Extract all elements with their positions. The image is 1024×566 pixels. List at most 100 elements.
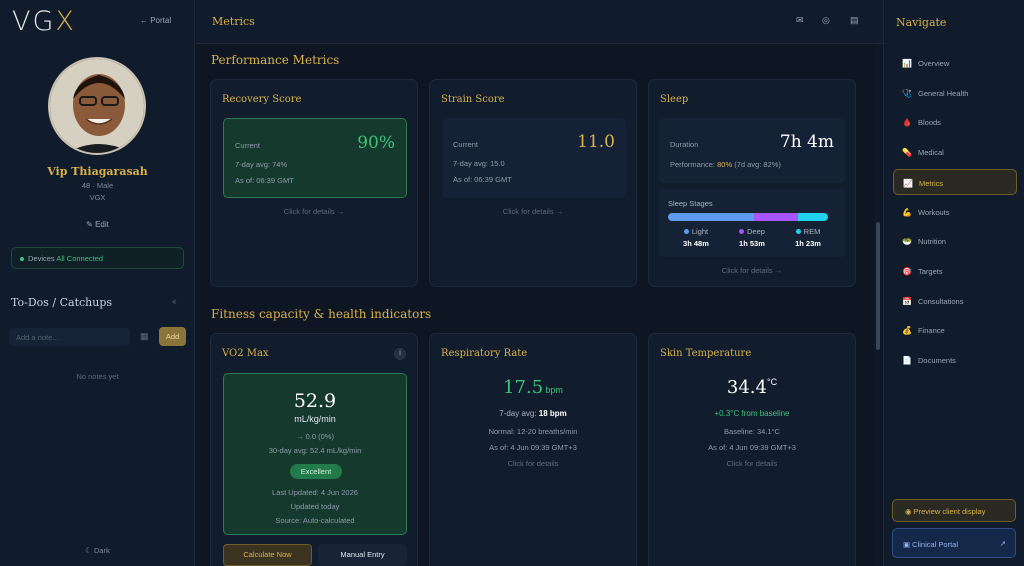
moon-icon: ☾ [85, 546, 94, 555]
nav-icon: 🥗 [902, 237, 912, 247]
scrollbar-thumb[interactable] [876, 222, 880, 350]
sleep-stage-segment-deep [754, 213, 798, 221]
add-note-button[interactable]: Add [159, 327, 186, 346]
nav-icon: 💊 [902, 148, 912, 158]
pencil-icon: ✎ [86, 220, 96, 229]
nav-item-general-health[interactable]: 🩺 General Health [893, 80, 1017, 106]
manual-entry-button[interactable]: Manual Entry [318, 544, 407, 566]
nav-item-label: Workouts [918, 207, 950, 217]
eye-icon: ◉ [905, 507, 914, 516]
respiratory-card[interactable]: Respiratory Rate 17.5 bpm 7-day avg: 18 … [429, 333, 637, 566]
skin-temp-details-link[interactable]: Click for details [649, 459, 855, 468]
skin-temp-value: 34.4°C [726, 377, 778, 398]
fitness-section-title: Fitness capacity & health indicators [211, 307, 432, 321]
profile-name: Vip Thiagarasah [47, 165, 148, 178]
nav-icon: 💪 [902, 207, 912, 217]
nav-icon: 📈 [903, 178, 913, 188]
recovery-details-link[interactable]: Click for details → [211, 207, 417, 216]
todo-title: To-Dos / Catchups [11, 296, 113, 309]
nav-item-label: Metrics [919, 178, 944, 188]
nav-icon: 📊 [902, 59, 912, 68]
document-icon[interactable]: ▤ [850, 15, 859, 26]
nav-item-finance[interactable]: 💰 Finance [893, 317, 1017, 343]
avatar-photo [50, 59, 144, 153]
respiratory-title: Respiratory Rate [441, 348, 528, 359]
nav-title: Navigate [896, 16, 947, 29]
sleep-duration-panel: Duration 7h 4m Performance: 80% (7d avg:… [658, 118, 846, 183]
nav-item-bloods[interactable]: 🩸 Bloods [893, 109, 1017, 135]
mail-icon[interactable]: ✉ [796, 15, 804, 26]
portal-link[interactable]: ← Portal [140, 16, 171, 25]
recovery-card[interactable]: Recovery Score Current 90% 7-day avg: 74… [210, 79, 418, 287]
whatsapp-icon[interactable]: ◎ [822, 15, 830, 26]
nav-item-label: Nutrition [918, 237, 946, 247]
left-sidebar: VGX ← Portal Vip Thiagarasah 48 · Male V… [0, 0, 195, 566]
nav-icon: 📄 [902, 356, 912, 365]
sleep-duration: 7h 4m [779, 132, 834, 152]
nav-icon: 💰 [902, 326, 912, 336]
nav-item-label: Finance [918, 326, 945, 336]
strain-panel: Current 11.0 7-day avg: 15.0 As of: 06:3… [442, 118, 626, 198]
skin-temp-card[interactable]: Skin Temperature 34.4°C +0.3°C from base… [648, 333, 856, 566]
nav-item-label: General Health [918, 88, 969, 98]
nav-item-medical[interactable]: 💊 Medical [893, 139, 1017, 165]
nav-item-label: Documents [918, 356, 956, 365]
calendar-icon[interactable]: ▦ [140, 331, 149, 342]
nav-item-label: Bloods [918, 118, 941, 128]
devices-status[interactable]: Devices All Connected [11, 247, 184, 269]
vo2-card[interactable]: VO2 Max i 52.9 mL/kg/min → 0.0 (0%) 30-d… [210, 333, 418, 566]
nav-icon: 🎯 [902, 266, 912, 276]
sleep-stages-legend: Light 3h 48m Deep 1h 53m REM 1h 23m [668, 227, 836, 251]
sleep-details-link[interactable]: Click for details → [649, 266, 855, 275]
strain-title: Strain Score [441, 94, 505, 105]
nav-item-workouts[interactable]: 💪 Workouts [893, 199, 1017, 225]
nav-item-documents[interactable]: 📄 Documents [893, 347, 1017, 373]
page-title: Metrics [212, 15, 255, 28]
recovery-title: Recovery Score [222, 94, 302, 105]
collapse-icon[interactable]: « [172, 297, 176, 306]
sleep-card[interactable]: Sleep Duration 7h 4m Performance: 80% (7… [648, 79, 856, 287]
no-notes-text: No notes yet [76, 372, 119, 381]
strain-details-link[interactable]: Click for details → [430, 207, 636, 216]
clinical-portal-button[interactable]: ▣ Clinical Portal ↗ [892, 528, 1016, 558]
nav-item-metrics[interactable]: 📈 Metrics [893, 168, 1017, 195]
hospital-icon: ▣ [903, 540, 913, 549]
performance-section-title: Performance Metrics [211, 53, 340, 67]
avatar [48, 57, 146, 155]
dark-mode-toggle[interactable]: ☾ Dark [0, 546, 195, 555]
nav-item-consultations[interactable]: 📅 Consultations [893, 288, 1017, 314]
sleep-title: Sleep [660, 94, 689, 105]
sleep-stage-segment-rem [797, 213, 828, 221]
nav-item-label: Consultations [918, 296, 964, 306]
sleep-stages-bar [668, 213, 828, 221]
respiratory-details-link[interactable]: Click for details [430, 459, 636, 468]
calculate-now-button[interactable]: Calculate Now [223, 544, 312, 566]
note-input[interactable] [9, 328, 130, 346]
nav-icon: 🩺 [902, 88, 912, 98]
right-nav: Navigate 📊 Overview 🩺 General Health 🩸 Bloods… [883, 0, 1024, 566]
recovery-panel: Current 90% 7-day avg: 74% As of: 06:39 … [223, 118, 407, 198]
vgx-logo[interactable]: VGX [12, 6, 76, 37]
sleep-stage-rem: REM 1h 23m [795, 227, 821, 248]
sleep-stages-panel: Sleep Stages Light 3h 48m Deep 1h 53m REM 1h … [658, 189, 846, 257]
sleep-stage-light: Light 3h 48m [683, 227, 709, 248]
vo2-title: VO2 Max [222, 348, 269, 359]
strain-card[interactable]: Strain Score Current 11.0 7-day avg: 15.… [429, 79, 637, 287]
edit-profile-button[interactable]: ✎ Edit [0, 220, 195, 229]
info-icon[interactable]: i [394, 348, 406, 360]
nav-item-label: Targets [918, 266, 943, 276]
sleep-stage-deep: Deep 1h 53m [739, 227, 765, 248]
vo2-value: 52.9 [293, 390, 337, 412]
nav-item-nutrition[interactable]: 🥗 Nutrition [893, 228, 1017, 254]
profile-org: VGX [89, 193, 106, 202]
respiratory-value: 17.5 bpm [503, 377, 563, 398]
skin-temp-title: Skin Temperature [660, 348, 752, 359]
nav-item-label: Medical [918, 148, 944, 158]
nav-item-overview[interactable]: 📊 Overview [893, 50, 1017, 76]
profile-meta: 48 · Male [81, 181, 114, 190]
top-bar: Metrics ✉ ◎ ▤ [196, 0, 883, 44]
nav-icon: 📅 [902, 296, 912, 306]
nav-item-targets[interactable]: 🎯 Targets [893, 258, 1017, 284]
preview-client-display-button[interactable]: ◉ Preview client display [892, 499, 1016, 522]
sleep-stage-segment-light [668, 213, 755, 221]
